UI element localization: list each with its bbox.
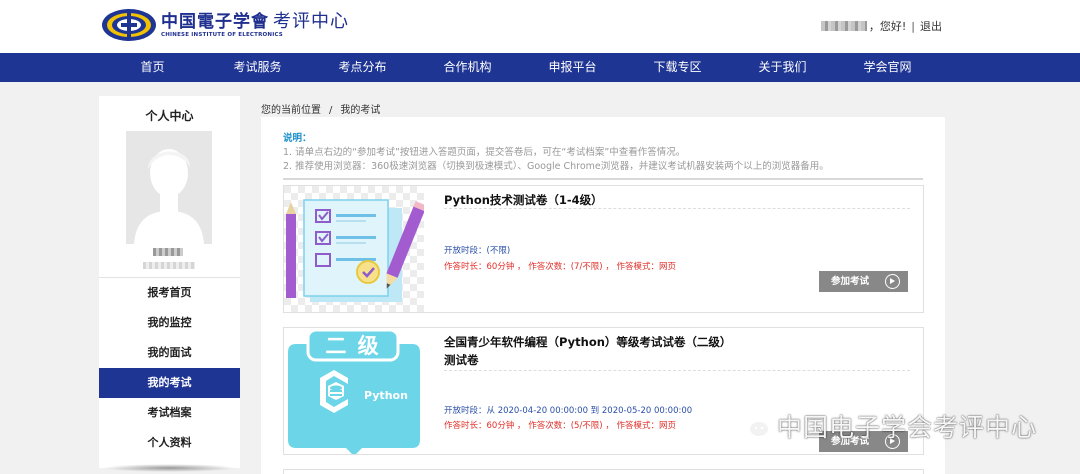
logo-suffix: 考评中心 (273, 10, 349, 32)
notice: 说明： 1. 请单点右边的“参加考试”按钮进入答题页面，提交答卷后，可在“考试档… (283, 132, 829, 174)
exam-open-time: 开放时段：(不限) (444, 246, 511, 256)
exam-open-time: 开放时段：从 2020-04-20 00:00:00 到 2020-05-20 … (444, 406, 693, 416)
exam-details: 作答时长：60分钟 ， 作答次数：(7/不限) ， 作答模式：网页 (444, 262, 677, 272)
checklist-illustration-icon (284, 186, 424, 312)
exam-title-line-2: 测试卷 (444, 353, 479, 367)
nav-item-exam-services[interactable]: 考试服务 (205, 53, 310, 82)
nav-item-partners[interactable]: 合作机构 (415, 53, 520, 82)
sidebar-item-profile[interactable]: 个人资料 (99, 428, 240, 458)
play-arrow-icon (885, 274, 900, 289)
greeting: ，您好! (868, 20, 907, 33)
exam-card-partial (283, 469, 924, 474)
blurred-name (153, 248, 183, 256)
sidebar: 个人中心 报考首页 我的监控 我的面试 我的考试 考试档案 个人资料 (99, 96, 240, 468)
wechat-icon (734, 413, 770, 440)
sidebar-menu: 报考首页 我的监控 我的面试 我的考试 考试档案 个人资料 (99, 278, 240, 458)
watermark: 中国电子学会考评中心 (733, 408, 1037, 444)
notice-divider (283, 178, 923, 180)
sidebar-shadow (103, 464, 236, 472)
breadcrumb: 您的当前位置 / 我的考试 (261, 101, 380, 116)
breadcrumb-current[interactable]: 我的考试 (340, 105, 380, 116)
logo-text: 中国電子学會 考评中心 CHINESE INSTITUTE OF ELECTRON… (161, 10, 349, 38)
logout-link[interactable]: 退出 (920, 18, 942, 34)
notice-line-1: 1. 请单点右边的“参加考试”按钮进入答题页面，提交答卷后，可在“考试档案”中查… (283, 147, 686, 158)
python-level-badge-icon: 二 级 Python (284, 328, 424, 454)
nav-item-official-site[interactable]: 学会官网 (835, 53, 940, 82)
avatar (126, 131, 212, 244)
exam-thumbnail: 二 级 Python (284, 328, 424, 454)
logo-en: CHINESE INSTITUTE OF ELECTRONICS (161, 31, 283, 38)
exam-title-line-1: 全国青少年软件编程（Python）等级考试试卷（二级） (444, 335, 732, 349)
sidebar-title: 个人中心 (145, 109, 194, 123)
watermark-text: 中国电子学会考评中心 (777, 413, 1038, 442)
nav-item-downloads[interactable]: 下载专区 (625, 53, 730, 82)
header: 中国電子学會 考评中心 CHINESE INSTITUTE OF ELECTRON… (0, 0, 1080, 53)
python-logo-text: Python (364, 389, 408, 402)
exam-title: 全国青少年软件编程（Python）等级考试试卷（二级） 测试卷 (444, 333, 744, 369)
title-rule (444, 370, 910, 371)
nav-item-application[interactable]: 申报平台 (520, 53, 625, 82)
exam-card: Python技术测试卷（1-4级） 开放时段：(不限) 作答时长：60分钟 ， … (283, 185, 924, 313)
level-badge-text: 二 级 (325, 334, 380, 358)
logo[interactable]: 中国電子学會 考评中心 CHINESE INSTITUTE OF ELECTRON… (101, 8, 349, 42)
exam-details: 作答时长：60分钟 ， 作答次数：(5/不限) ， 作答模式：网页 (444, 421, 677, 431)
breadcrumb-location: 您的当前位置 (261, 105, 321, 116)
breadcrumb-separator: / (329, 105, 333, 116)
nav-item-test-centers[interactable]: 考点分布 (310, 53, 415, 82)
logo-cn: 中国電子学會 (161, 11, 269, 32)
exam-title: Python技术测试卷（1-4级） (444, 193, 603, 207)
join-exam-button[interactable]: 参加考试 (819, 271, 908, 292)
default-avatar-icon (126, 131, 212, 244)
blurred-id (143, 262, 195, 269)
exam-thumbnail (284, 186, 424, 312)
main-nav: 首页 考试服务 考点分布 合作机构 申报平台 下载专区 关于我们 学会官网 (0, 53, 1080, 82)
nav-item-home[interactable]: 首页 (100, 53, 205, 82)
notice-title: 说明： (283, 133, 312, 144)
title-rule (444, 208, 910, 209)
blurred-username (820, 21, 867, 31)
nav-item-about[interactable]: 关于我们 (730, 53, 835, 82)
separator: | (911, 19, 915, 33)
cie-emblem-icon (102, 9, 156, 41)
sidebar-item-exam-records[interactable]: 考试档案 (99, 398, 240, 428)
notice-line-2: 2. 推荐使用浏览器：360极速浏览器（切换到极速模式）、Google Chro… (283, 161, 829, 172)
user-area: ，您好! | 退出 (820, 18, 942, 34)
join-exam-label: 参加考试 (831, 276, 870, 287)
sidebar-item-my-interview[interactable]: 我的面试 (99, 338, 240, 368)
sidebar-item-my-monitoring[interactable]: 我的监控 (99, 308, 240, 338)
sidebar-item-my-exams[interactable]: 我的考试 (99, 368, 240, 398)
sidebar-item-registration-home[interactable]: 报考首页 (99, 278, 240, 308)
